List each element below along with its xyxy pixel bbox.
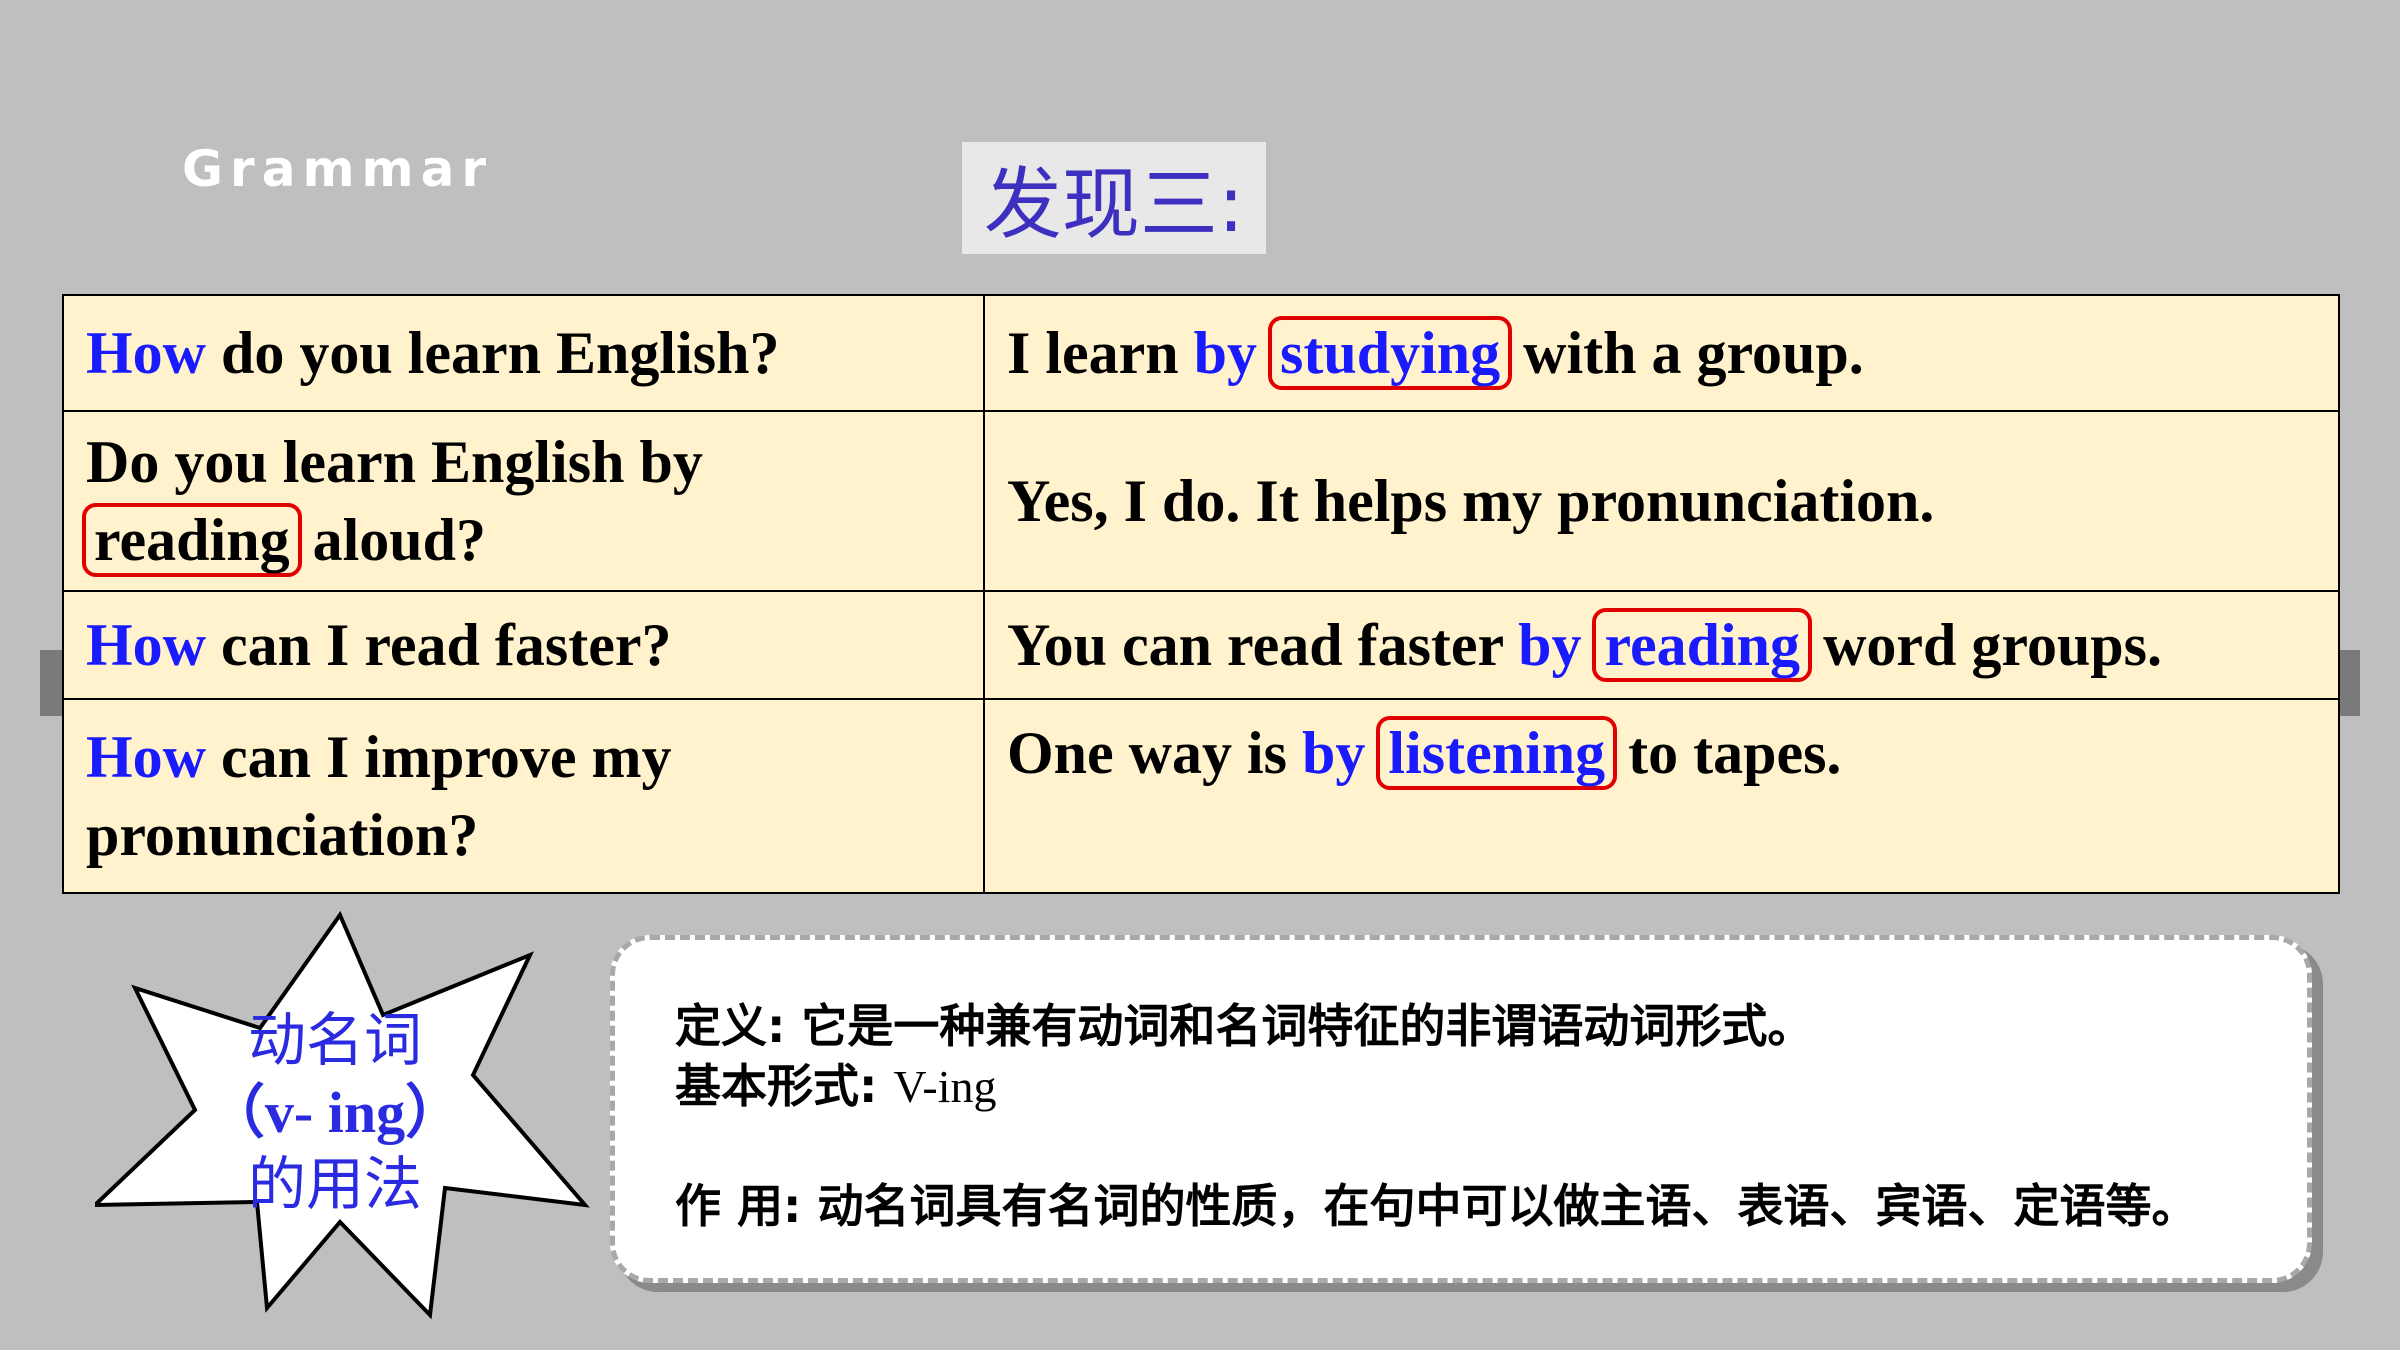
- table-row: Do you learn English by reading aloud? Ye…: [62, 410, 2340, 592]
- highlight-box-word: listening: [1376, 716, 1618, 790]
- answer-by: by: [1302, 720, 1366, 786]
- question-text: pronunciation?: [86, 802, 479, 868]
- answer-text: word groups.: [1808, 612, 2163, 678]
- usage-text: 动名词具有名词的性质，在句中可以做主语、表语、宾语、定语等。: [817, 1179, 2198, 1233]
- grammar-table: How do you learn English? I learn by stu…: [62, 294, 2340, 894]
- question-text: can I improve my: [206, 724, 672, 790]
- slide-title: 发现三:: [983, 160, 1245, 250]
- answer-cell: You can read faster by reading word grou…: [983, 590, 2340, 700]
- highlight-box-word: reading: [82, 503, 302, 577]
- answer-cell: Yes, I do. It helps my pronunciation.: [983, 410, 2340, 592]
- burst-line: 动名词: [247, 1008, 422, 1073]
- section-label: Grammar: [182, 140, 494, 198]
- answer-text: with a group.: [1508, 320, 1864, 386]
- answer-by: by: [1193, 320, 1258, 386]
- table-row: How can I read faster? You can read fast…: [62, 590, 2340, 700]
- form-line: 基本形式: V-ing: [675, 1050, 997, 1116]
- highlight-box-word: studying: [1268, 316, 1513, 390]
- question-cell: How do you learn English?: [62, 294, 985, 412]
- answer-text: Yes, I do. It helps my pronunciation.: [1007, 468, 1935, 534]
- form-text: V-ing: [893, 1061, 997, 1112]
- table-row: How can I improve my pronunciation? One w…: [62, 698, 2340, 894]
- burst-text: 动名词 （v- ing） 的用法: [200, 1005, 470, 1221]
- form-label: 基本形式:: [675, 1059, 894, 1113]
- usage-label: 作 用:: [675, 1179, 818, 1233]
- definition-text: 它是一种兼有动词和名词特征的非谓语动词形式。: [801, 999, 1814, 1053]
- highlight-box-word: reading: [1592, 608, 1813, 682]
- definition-note: 定义: 它是一种兼有动词和名词特征的非谓语动词形式。 基本形式: V-ing 作…: [610, 935, 2312, 1283]
- question-text: do you learn English?: [206, 320, 780, 386]
- question-cell: Do you learn English by reading aloud?: [62, 410, 985, 592]
- answer-cell: I learn by studying with a group.: [983, 294, 2340, 412]
- question-how: How: [86, 320, 206, 386]
- answer-text: to tapes.: [1613, 720, 1842, 786]
- question-text: aloud?: [297, 507, 487, 573]
- table-row: How do you learn English? I learn by stu…: [62, 294, 2340, 412]
- question-how: How: [86, 724, 206, 790]
- question-how: How: [86, 612, 206, 678]
- usage-line: 作 用: 动名词具有名词的性质，在句中可以做主语、表语、宾语、定语等。: [675, 1170, 2197, 1236]
- definition-line: 定义: 它是一种兼有动词和名词特征的非谓语动词形式。: [675, 990, 1813, 1056]
- definition-label: 定义:: [675, 999, 802, 1053]
- question-cell: How can I improve my pronunciation?: [62, 698, 985, 894]
- question-cell: How can I read faster?: [62, 590, 985, 700]
- answer-cell: One way is by listening to tapes.: [983, 698, 2340, 894]
- answer-text: One way is: [1007, 720, 1303, 786]
- title-box: 发现三:: [962, 142, 1266, 254]
- question-text: can I read faster?: [206, 612, 672, 678]
- answer-text: You can read faster: [1007, 612, 1519, 678]
- burst-line: 的用法: [247, 1152, 422, 1217]
- burst-line: （v- ing）: [206, 1080, 464, 1145]
- answer-by: by: [1518, 612, 1582, 678]
- answer-text: I learn: [1007, 320, 1194, 386]
- question-text: Do you learn English by: [86, 429, 703, 495]
